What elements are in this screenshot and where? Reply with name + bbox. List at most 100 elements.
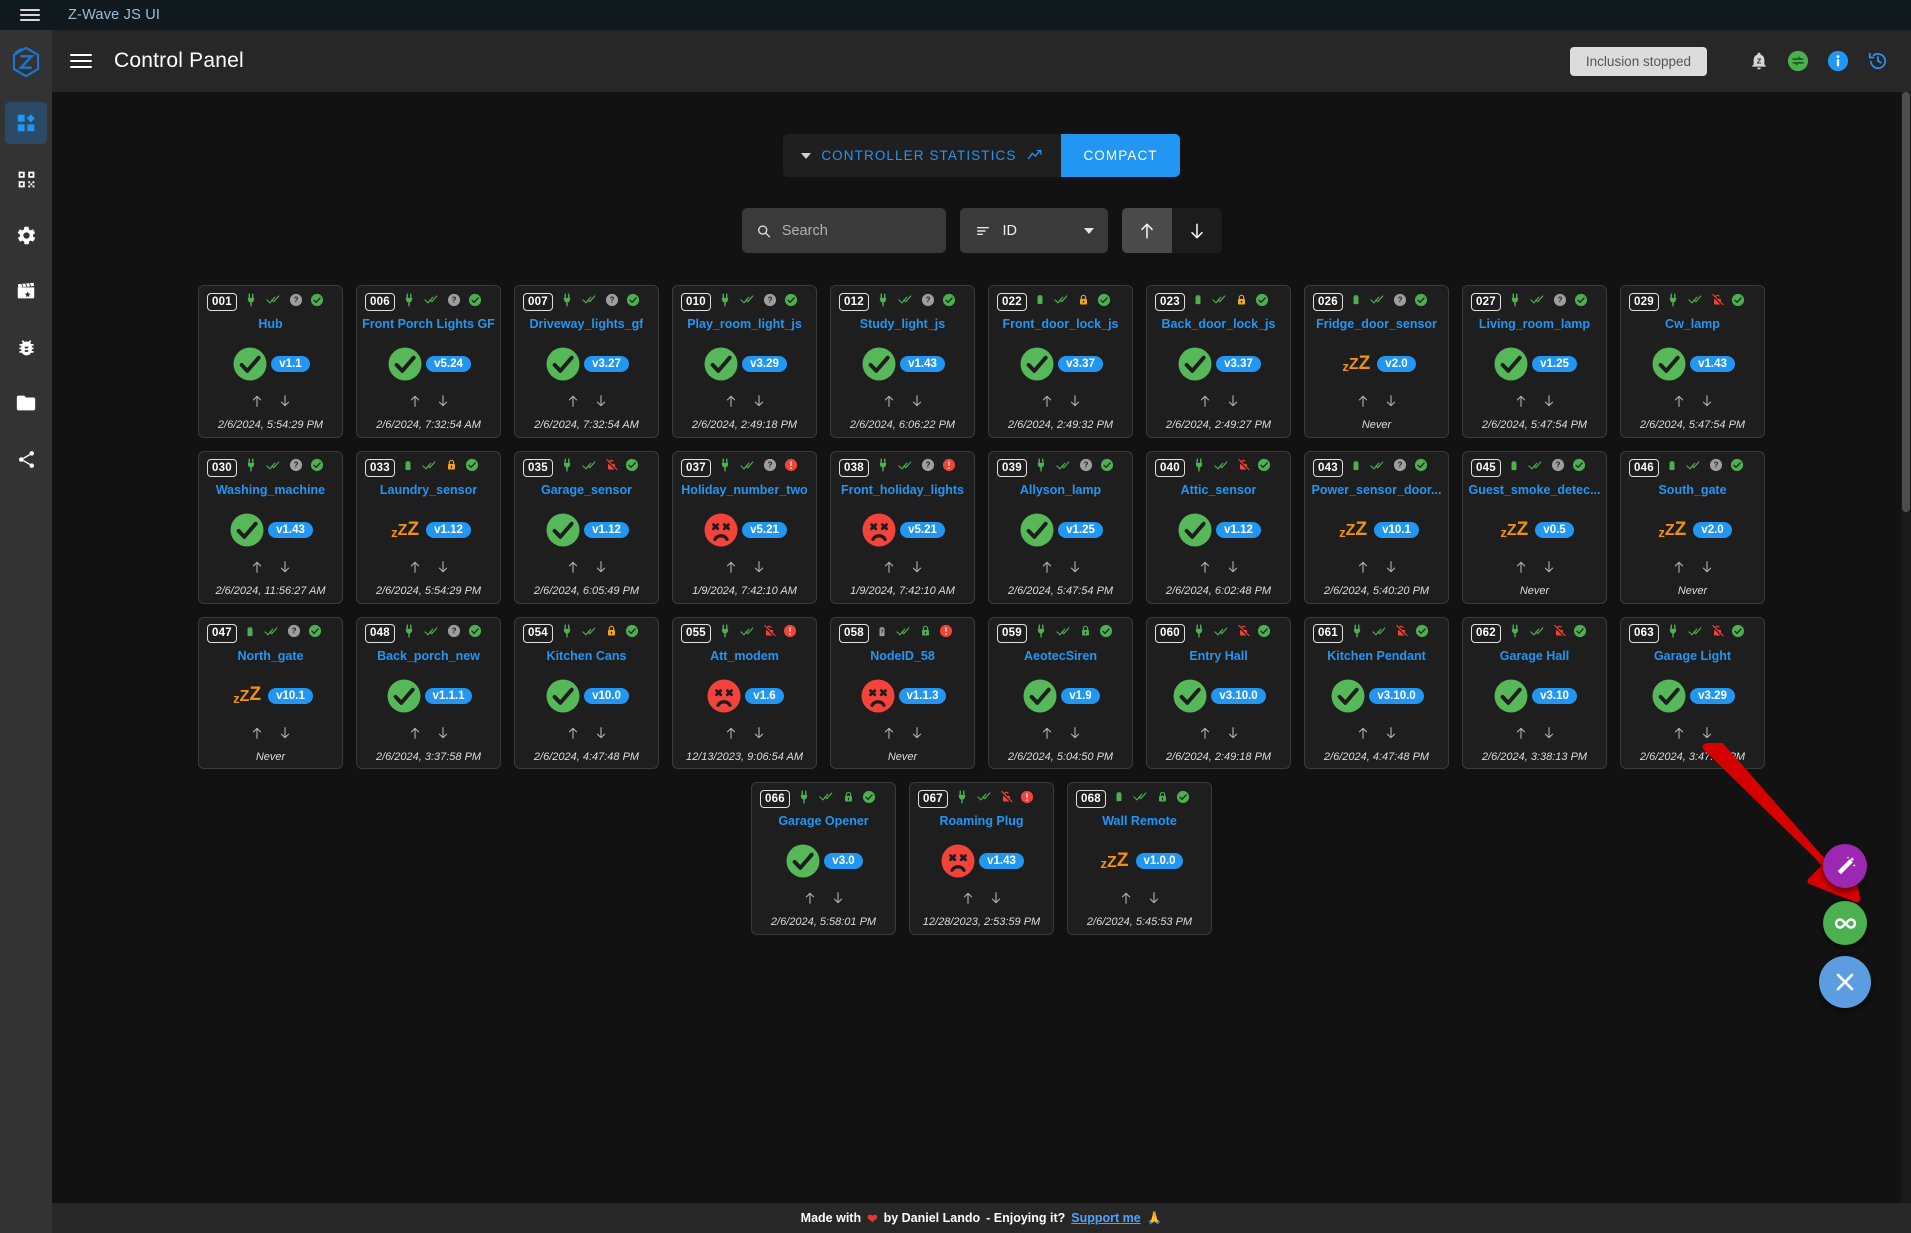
node-name-label[interactable]: Cw_lamp [1665,317,1720,331]
node-card[interactable]: 043? Power_sensor_door... z Z Z v10.1 2/6/2024… [1304,450,1449,604]
node-card[interactable]: 026? Fridge_door_sensor z Z Z v2.0 Never [1304,285,1449,438]
node-name-label[interactable]: Back_door_lock_js [1162,317,1276,331]
node-name-label[interactable]: Kitchen Cans [547,649,627,663]
node-id-badge: 040 [1155,458,1185,477]
node-card[interactable]: 023 Back_door_lock_js v3.37 2/6/2024, 2:49:… [1146,285,1291,438]
node-name-label[interactable]: Fridge_door_sensor [1316,317,1437,331]
node-card[interactable]: 029 Cw_lamp v1.43 2/6/2024, 5:47:54 PM [1620,285,1765,438]
node-card[interactable]: 030? Washing_machine v1.43 2/6/2024, 11:56:… [198,450,343,604]
node-card[interactable]: 058? NodeID_58 v1.1.3 Never [830,616,975,770]
node-card[interactable]: 067 Roaming Plug v1.43 12/28/2023, 2:53:59 … [909,782,1054,935]
node-card[interactable]: 054 Kitchen Cans v10.0 2/6/2024, 4:47:48 PM [514,616,659,770]
node-name-label[interactable]: Back_porch_new [377,649,480,663]
sort-descending-button[interactable] [1171,208,1222,253]
node-card[interactable]: 061 Kitchen Pendant v3.10.0 2/6/2024, 4:47:… [1304,616,1449,770]
node-card[interactable]: 006? Front Porch Lights GF v5.24 2/6/2024, … [356,285,501,438]
node-name-label[interactable]: Holiday_number_two [681,483,807,497]
node-name-label[interactable]: Att_modem [710,649,779,663]
sidebar-item-scenes[interactable] [5,270,47,312]
node-card[interactable]: 048? Back_porch_new v1.1.1 2/6/2024, 3:37:5… [356,616,501,770]
node-card[interactable]: 060 Entry Hall v3.10.0 2/6/2024, 2:49:18 PM [1146,616,1291,770]
menu-toggle-icon[interactable] [70,54,92,68]
search-field[interactable] [741,208,946,253]
node-name-label[interactable]: Play_room_light_js [687,317,802,331]
history-icon[interactable] [1867,50,1889,72]
node-card[interactable]: 012? Study_light_js v1.43 2/6/2024, 6:06:22… [830,285,975,438]
sidebar-item-dashboard[interactable] [5,102,47,144]
node-card[interactable]: 047? North_gate z Z Z v10.1 Never [198,616,343,770]
node-name-label[interactable]: Garage_sensor [541,483,632,497]
node-name-label[interactable]: Driveway_lights_gf [530,317,644,331]
node-card[interactable]: 039? Allyson_lamp v1.25 2/6/2024, 5:47:54 P… [988,450,1133,604]
node-name-label[interactable]: Front_holiday_lights [841,483,964,497]
node-name-label[interactable]: North_gate [238,649,304,663]
sidebar-item-debug[interactable] [5,326,47,368]
sidebar-item-settings[interactable] [5,214,47,256]
node-card[interactable]: 040 Attic_sensor v1.12 2/6/2024, 6:02:48 PM [1146,450,1291,604]
support-me-link[interactable]: Support me [1071,1211,1140,1225]
zwave-bell-icon[interactable]: Z [1749,51,1769,71]
node-card[interactable]: 007? Driveway_lights_gf v3.27 2/6/2024, 7:3… [514,285,659,438]
node-card[interactable]: 055 Att_modem v1.6 12/13/2023, 9:06:54 AM [672,616,817,770]
node-card[interactable]: 001? Hub v1.1 2/6/2024, 5:54:29 PM [198,285,343,438]
node-name-label[interactable]: Power_sensor_door... [1312,483,1442,497]
node-card-header: 068 [1073,789,1206,809]
node-name-label[interactable]: Attic_sensor [1181,483,1257,497]
tx-arrow-up-icon [565,558,581,581]
node-card-header: 063 [1626,624,1759,644]
node-name-label[interactable]: Wall Remote [1102,814,1177,828]
node-name-label[interactable]: Entry Hall [1189,649,1247,663]
sort-ascending-button[interactable] [1121,208,1172,253]
node-card[interactable]: 068 Wall Remote z Z Z v1.0.0 2/6/2024, 5:45:53… [1067,782,1212,935]
node-name-label[interactable]: Washing_machine [216,483,325,497]
node-card[interactable]: 022 Front_door_lock_js v3.37 2/6/2024, 2:49… [988,285,1133,438]
zwave-logo-icon[interactable] [0,36,52,88]
node-last-seen: 1/9/2024, 7:42:10 AM [692,584,797,597]
infinity-fab[interactable] [1823,901,1867,945]
node-card[interactable]: 066 Garage Opener v3.0 2/6/2024, 5:58:01 PM [751,782,896,935]
sidebar-item-qrcode[interactable] [5,158,47,200]
node-name-label[interactable]: NodeID_58 [870,649,935,663]
close-fab[interactable] [1819,956,1871,1008]
node-card[interactable]: 063 Garage Light v3.29 2/6/2024, 3:47:54 PM [1620,616,1765,770]
node-name-label[interactable]: Garage Light [1654,649,1731,663]
hamburger-icon[interactable] [20,9,40,21]
node-name-label[interactable]: Front_door_lock_js [1003,317,1119,331]
scrollbar-thumb[interactable] [1902,92,1910,512]
sync-icon[interactable] [1787,50,1809,72]
sort-select[interactable]: ID [959,208,1108,253]
node-card[interactable]: 059 AeotecSiren v1.9 2/6/2024, 5:04:50 PM [988,616,1133,770]
node-name-label[interactable]: Kitchen Pendant [1327,649,1426,663]
node-card[interactable]: 010? Play_room_light_js v3.29 2/6/2024, 2:4… [672,285,817,438]
node-card[interactable]: 027? Living_room_lamp v1.25 2/6/2024, 5:47:… [1462,285,1607,438]
search-input[interactable] [781,222,932,239]
node-card[interactable]: 033 Laundry_sensor z Z Z v1.12 2/6/2024, 5:54:… [356,450,501,604]
node-card[interactable]: 046? South_gate z Z Z v2.0 Never [1620,450,1765,604]
node-card[interactable]: 038? Front_holiday_lights v5.21 1/9/2024, 7… [830,450,975,604]
firmware-version-badge: v1.25 [1058,521,1103,538]
node-name-label[interactable]: Living_room_lamp [1479,317,1590,331]
node-name-label[interactable]: AeotecSiren [1024,649,1097,663]
info-icon[interactable] [1827,50,1849,72]
node-card[interactable]: 035 Garage_sensor v1.12 2/6/2024, 6:05:49 P… [514,450,659,604]
node-card[interactable]: 062 Garage Hall v3.10 2/6/2024, 3:38:13 PM [1462,616,1607,770]
node-name-label[interactable]: Laundry_sensor [380,483,477,497]
controller-statistics-button[interactable]: CONTROLLER STATISTICS [783,134,1062,177]
node-name-label[interactable]: Hub [258,317,282,331]
node-name-label[interactable]: Front Porch Lights GF [362,317,495,331]
compact-toggle-button[interactable]: COMPACT [1061,134,1180,177]
node-name-label[interactable]: Study_light_js [860,317,945,331]
magic-wand-fab[interactable] [1823,844,1867,888]
page-scrollbar[interactable] [1901,92,1911,1203]
node-name-label[interactable]: Garage Opener [778,814,868,828]
node-name-label[interactable]: Guest_smoke_detec... [1468,483,1600,497]
node-card[interactable]: 045? Guest_smoke_detec... z Z Z v0.5 Never [1462,450,1607,604]
node-card[interactable]: 037? Holiday_number_two v5.21 1/9/2024, 7:4… [672,450,817,604]
node-name-label[interactable]: Roaming Plug [939,814,1023,828]
node-name-label[interactable]: Allyson_lamp [1020,483,1101,497]
node-name-label[interactable]: South_gate [1658,483,1726,497]
sidebar-item-network[interactable] [5,438,47,480]
inclusion-status-chip[interactable]: Inclusion stopped [1569,46,1707,76]
sidebar-item-store[interactable] [5,382,47,424]
node-name-label[interactable]: Garage Hall [1500,649,1569,663]
